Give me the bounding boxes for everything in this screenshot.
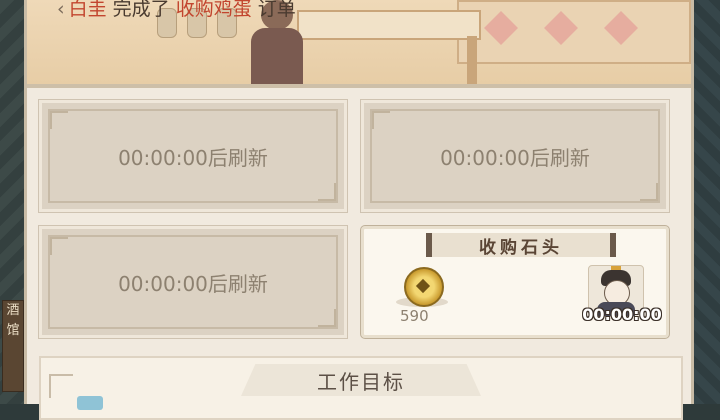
refresh-countdown: 00:00:00后刷新: [440, 145, 590, 170]
work-target-title: 工作目标: [241, 364, 481, 396]
reward-amount: 590: [400, 307, 429, 325]
back-arrow-icon[interactable]: ‹: [57, 0, 65, 20]
work-target-section: 工作目标: [39, 356, 683, 420]
orders-panel: ‹ 白圭 完成了 收购鸡蛋 订单 00:00:00后刷新 00:00:00后刷新 …: [24, 0, 694, 420]
notice-action: 完成了: [112, 0, 170, 20]
game-world-right: [692, 0, 720, 404]
order-timer: 00:00:00: [582, 305, 662, 324]
notice-player: 白圭: [68, 0, 107, 20]
wall-panel: [457, 0, 691, 64]
order-notice: ‹ 白圭 完成了 收购鸡蛋 订单: [57, 0, 296, 22]
sign-char-2: 馆: [6, 323, 20, 338]
notice-order-name: 收购鸡蛋: [175, 0, 252, 20]
tavern-sign: 酒 馆: [2, 300, 24, 392]
target-badge: [77, 396, 103, 410]
notice-suffix: 订单: [257, 0, 296, 20]
game-world-left: 酒 馆: [0, 0, 26, 404]
copper-coin-icon: [404, 267, 444, 307]
shop-scene: ‹ 白圭 完成了 收购鸡蛋 订单: [27, 0, 691, 88]
sign-char-1: 酒: [6, 303, 20, 318]
order-slot-1[interactable]: 00:00:00后刷新: [38, 99, 348, 213]
counter-table: [297, 10, 481, 40]
refresh-countdown: 00:00:00后刷新: [118, 145, 268, 170]
active-order-card[interactable]: 收购石头 590 00:00:00: [360, 225, 670, 339]
refresh-countdown: 00:00:00后刷新: [118, 271, 268, 296]
order-slot-3[interactable]: 00:00:00后刷新: [38, 225, 348, 339]
order-slot-2[interactable]: 00:00:00后刷新: [360, 99, 670, 213]
order-title: 收购石头: [426, 233, 616, 258]
